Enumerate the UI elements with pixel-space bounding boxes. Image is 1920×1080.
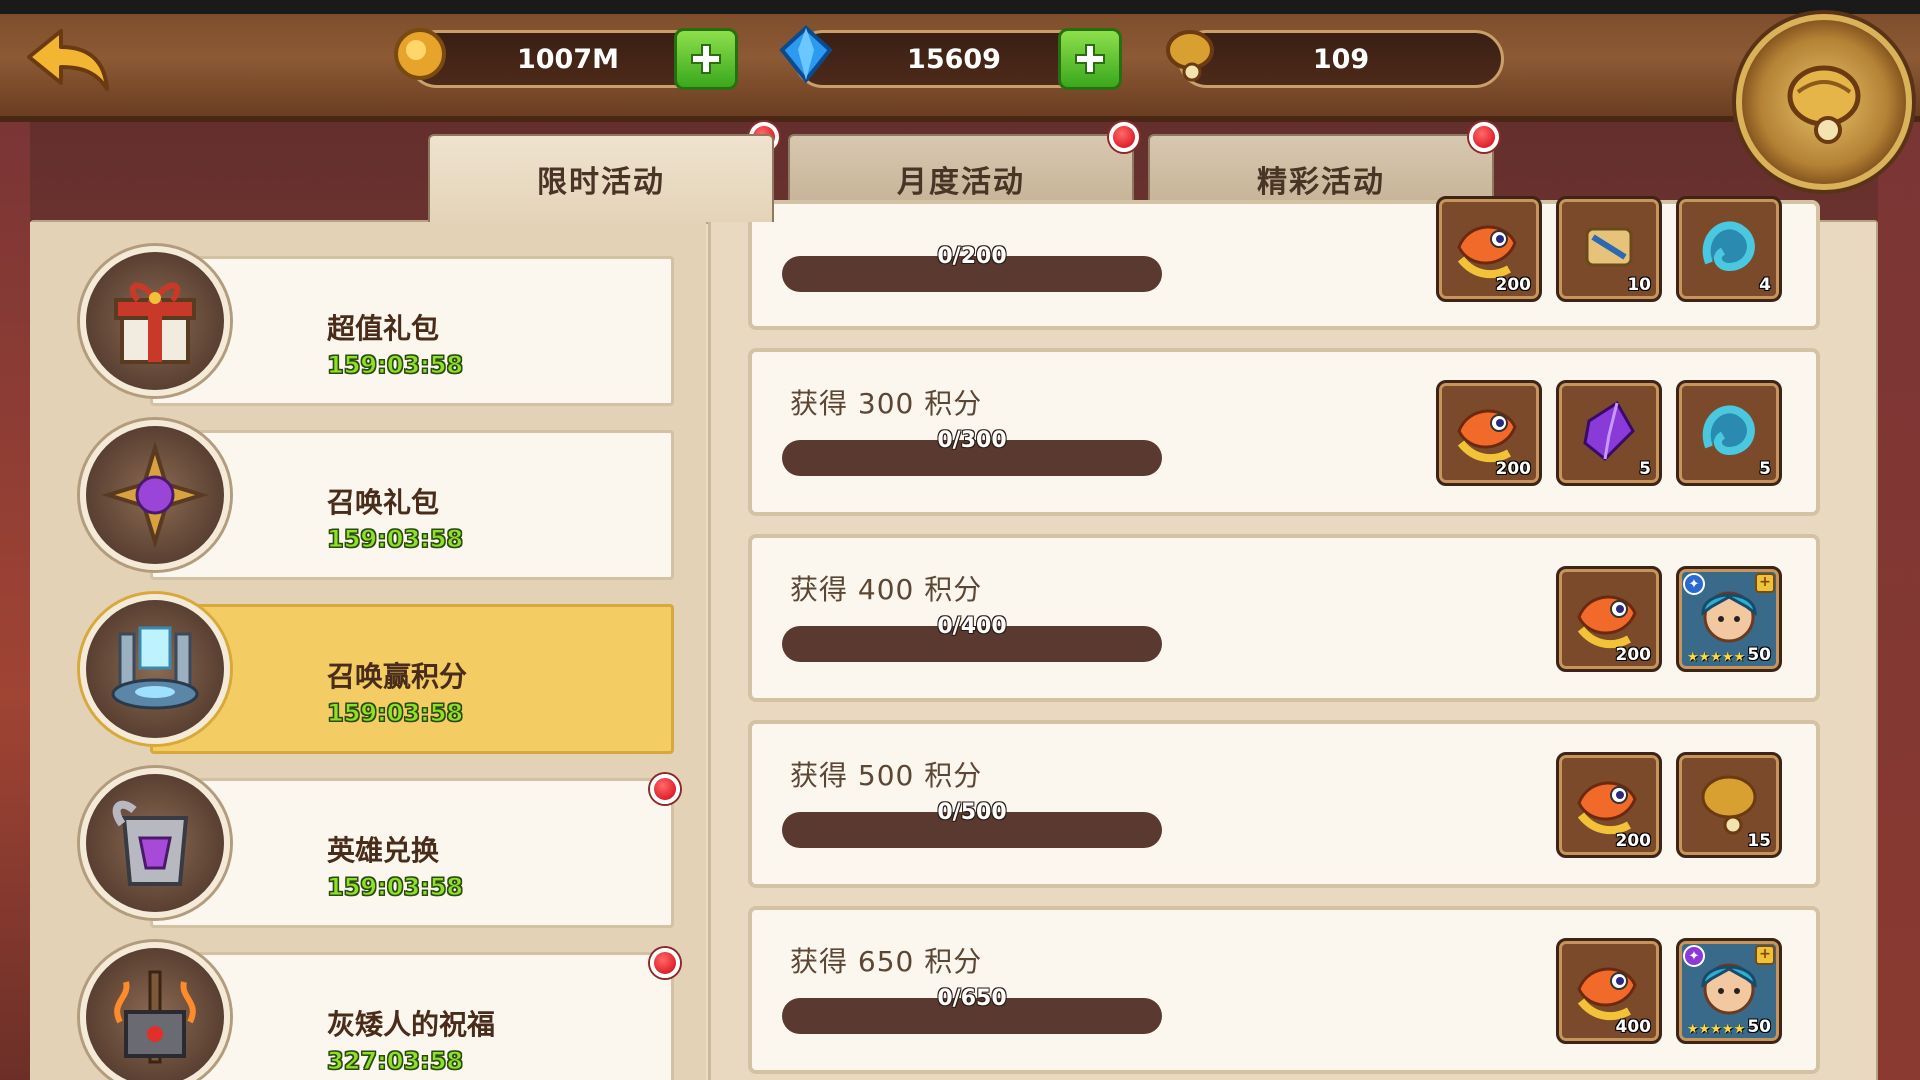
reward-item[interactable]: 200	[1556, 752, 1662, 858]
progress-text: 0/400	[937, 614, 1007, 639]
activity-item-dwarf-blessing[interactable]: 灰矮人的祝福 327:03:58	[80, 942, 680, 1080]
hero-exchange-icon	[80, 768, 230, 918]
gold-coin-icon	[388, 22, 452, 86]
top-bar: 1007M 15609 109	[0, 0, 1920, 122]
progress-text: 0/650	[937, 986, 1007, 1011]
hero-exchange-badge	[650, 774, 680, 804]
back-button[interactable]	[22, 24, 114, 96]
activity-timer: 159:03:58	[326, 525, 464, 554]
activity-item-summon-pack[interactable]: 召唤礼包 159:03:58	[80, 420, 680, 580]
hero-plus-icon: +	[1755, 573, 1775, 593]
gold-value: 1007M	[516, 43, 619, 75]
activity-timer: 327:03:58	[326, 1047, 464, 1076]
dwarf-hammer-icon	[80, 942, 230, 1080]
right-background-decoration	[1878, 122, 1920, 1080]
reward-count: 200	[1615, 831, 1652, 851]
reward-item[interactable]: ✦ + ★★★★★ 50	[1676, 938, 1782, 1044]
reward-threshold-label: 获得 300 积分	[790, 387, 983, 420]
reward-count: 400	[1615, 1017, 1652, 1037]
reward-item[interactable]: 400	[1556, 938, 1662, 1044]
progress-text: 0/500	[937, 800, 1007, 825]
reward-count: 200	[1495, 275, 1532, 295]
reward-threshold-label: 获得 400 积分	[790, 573, 983, 606]
reward-item[interactable]: 200	[1556, 566, 1662, 672]
activity-timer: 159:03:58	[326, 699, 464, 728]
spirit-icon	[1689, 391, 1769, 475]
reward-item[interactable]: 5	[1676, 380, 1782, 486]
reward-item[interactable]: 15	[1676, 752, 1782, 858]
reward-item[interactable]: 10	[1556, 196, 1662, 302]
summon-orb-value: 109	[1312, 43, 1370, 75]
activity-name: 超值礼包	[327, 312, 440, 345]
summon-orb-counter: 109	[1178, 30, 1504, 88]
tab-label: 月度活动	[897, 165, 1025, 200]
reward-count: 10	[1627, 275, 1651, 295]
summon-orb-emblem-icon	[1787, 65, 1861, 144]
reward-threshold-label: 获得 500 积分	[790, 759, 983, 792]
tab-featured-events-badge	[1469, 122, 1499, 152]
left-background-decoration	[0, 122, 30, 1080]
reward-row: 获得 400 积分 0/400 200 ✦ + ★★★★★ 50	[748, 534, 1820, 702]
reward-threshold-label: 获得 650 积分	[790, 945, 983, 978]
activity-timer: 159:03:58	[326, 351, 464, 380]
reward-item[interactable]: 200	[1436, 196, 1542, 302]
tab-monthly-events-badge	[1109, 122, 1139, 152]
plus-icon	[1075, 44, 1105, 74]
reward-count: 5	[1639, 459, 1651, 479]
progress-text: 0/200	[937, 244, 1007, 269]
reward-row: 0/200 200 10 4	[748, 196, 1820, 330]
reward-row: 获得 300 积分 0/300 200 5 5	[748, 348, 1820, 516]
hero-faction-icon: ✦	[1683, 945, 1705, 967]
reward-item[interactable]: ✦ + ★★★★★ 50	[1676, 566, 1782, 672]
spirit-icon	[1689, 207, 1769, 291]
activity-name: 灰矮人的祝福	[327, 1008, 496, 1041]
hero-plus-icon: +	[1755, 945, 1775, 965]
summon-altar-icon	[80, 594, 230, 744]
reward-row: 获得 650 积分 0/650 400 ✦ + ★★★★★ 50	[748, 906, 1820, 1074]
activity-item-hero-exchange[interactable]: 英雄兑换 159:03:58	[80, 768, 680, 928]
purple-gem-icon	[1569, 391, 1649, 475]
star-rating-icon: ★★★★★	[1687, 1022, 1746, 1037]
star-rating-icon: ★★★★★	[1687, 650, 1746, 665]
activity-name: 召唤礼包	[327, 486, 440, 519]
tab-label: 精彩活动	[1257, 165, 1385, 200]
add-diamond-button[interactable]	[1058, 28, 1122, 90]
activity-name: 召唤赢积分	[327, 660, 468, 693]
progress-text: 0/300	[937, 428, 1007, 453]
diamond-icon	[774, 22, 838, 86]
activity-item-value-pack[interactable]: 超值礼包 159:03:58	[80, 246, 680, 406]
gift-box-icon	[80, 246, 230, 396]
activity-name: 英雄兑换	[327, 834, 440, 867]
reward-count: 50	[1747, 645, 1771, 665]
add-gold-button[interactable]	[674, 28, 738, 90]
hero-faction-icon: ✦	[1683, 573, 1705, 595]
reward-count: 200	[1495, 459, 1532, 479]
activity-item-summon-points[interactable]: 召唤赢积分 159:03:58	[80, 594, 680, 754]
tab-limited-events[interactable]: 限时活动	[428, 134, 774, 222]
reward-row: 获得 500 积分 0/500 200 15	[748, 720, 1820, 888]
profile-emblem-button[interactable]	[1736, 14, 1912, 190]
reward-item[interactable]: 200	[1436, 380, 1542, 486]
tab-label: 限时活动	[537, 165, 665, 200]
reward-count: 5	[1759, 459, 1771, 479]
reward-count: 200	[1615, 645, 1652, 665]
activity-timer: 159:03:58	[326, 873, 464, 902]
reward-item[interactable]: 5	[1556, 380, 1662, 486]
back-arrow-icon	[27, 29, 109, 91]
reward-item[interactable]: 4	[1676, 196, 1782, 302]
reward-count: 15	[1747, 831, 1771, 851]
dwarf-blessing-badge	[650, 948, 680, 978]
diamond-value: 15609	[907, 43, 1001, 75]
summon-star-icon	[80, 420, 230, 570]
reward-count: 4	[1759, 275, 1771, 295]
summon-orb-icon	[1158, 22, 1222, 86]
reward-count: 50	[1747, 1017, 1771, 1037]
plus-icon	[691, 44, 721, 74]
